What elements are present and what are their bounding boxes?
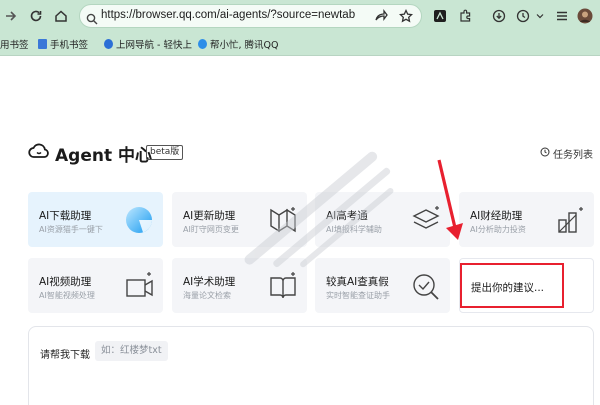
card-title: 较真AI查真假	[326, 276, 389, 288]
card-ai-download[interactable]: AI下载助理 AI资源猫手一键下	[28, 192, 163, 247]
search-icon	[86, 10, 98, 29]
cloud-logo-icon	[28, 141, 50, 161]
browser-toolbar: https://browser.qq.com/ai-agents/?source…	[0, 0, 600, 32]
bookmark-item[interactable]: 上网导航 - 轻快上	[104, 37, 192, 51]
card-title: AI高考通	[326, 210, 368, 222]
highlight-box	[460, 263, 564, 308]
card-title: AI财经助理	[470, 210, 523, 222]
card-desc: AI盯守网页变更	[183, 225, 239, 234]
example-chip[interactable]: 如：红楼梦txt	[95, 341, 168, 361]
card-desc: AI资源猫手一键下	[39, 225, 103, 234]
card-desc: 实时智能查证助手	[326, 291, 390, 300]
download-icon[interactable]	[490, 7, 508, 25]
chevron-down-icon[interactable]	[531, 7, 549, 25]
download-orb-icon	[123, 204, 155, 236]
card-fact-check[interactable]: 较真AI查真假 实时智能查证助手	[315, 258, 450, 313]
star-icon[interactable]	[397, 7, 415, 25]
extensions-icon[interactable]	[456, 7, 474, 25]
prompt-label: 请帮我下载	[40, 350, 90, 361]
card-title: AI学术助理	[183, 276, 236, 288]
bar-chart-icon	[554, 204, 586, 236]
home-icon[interactable]	[52, 7, 70, 25]
pages-icon	[267, 204, 299, 236]
bookmarks-bar: 用书签 手机书签 上网导航 - 轻快上 帮小忙, 腾讯QQ	[0, 32, 600, 56]
book-icon	[267, 270, 299, 302]
app-icon[interactable]	[431, 7, 449, 25]
address-bar[interactable]: https://browser.qq.com/ai-agents/?source…	[79, 4, 422, 28]
bookmark-item[interactable]: 用书签	[0, 37, 29, 51]
card-desc: AI分析助力投资	[470, 225, 526, 234]
clock-icon	[540, 147, 550, 160]
card-ai-video[interactable]: AI视频助理 AI智能视频处理	[28, 258, 163, 313]
avatar[interactable]	[576, 7, 594, 25]
prompt-input-area[interactable]: 请帮我下载 如：红楼梦txt	[28, 326, 594, 405]
card-ai-finance[interactable]: AI财经助理 AI分析助力投资	[459, 192, 594, 247]
magnifier-check-icon	[410, 270, 442, 302]
video-icon	[123, 270, 155, 302]
card-ai-academic[interactable]: AI学术助理 海量论文检索	[172, 258, 307, 313]
bookmark-site-icon	[104, 39, 113, 49]
card-title: AI视频助理	[39, 276, 92, 288]
share-icon[interactable]	[372, 7, 390, 25]
card-ai-update[interactable]: AI更新助理 AI盯守网页变更	[172, 192, 307, 247]
bookmark-site-icon	[198, 39, 207, 49]
card-desc: 海量论文检索	[183, 291, 231, 300]
card-ai-gaokao[interactable]: AI高考通 AI填报科学辅助	[315, 192, 450, 247]
card-desc: AI智能视频处理	[39, 291, 95, 300]
bookmark-item[interactable]: 帮小忙, 腾讯QQ	[198, 37, 279, 51]
bookmark-folder-icon	[38, 39, 47, 49]
forward-icon[interactable]	[2, 7, 20, 25]
card-title: AI下载助理	[39, 210, 92, 222]
card-title: AI更新助理	[183, 210, 236, 222]
refresh-icon[interactable]	[27, 7, 45, 25]
beta-badge: beta版	[146, 145, 184, 160]
page-title: Agent 中心	[55, 146, 153, 166]
task-list-link[interactable]: 任务列表	[540, 146, 593, 161]
bookmark-item[interactable]: 手机书签	[38, 37, 88, 51]
layers-icon	[410, 204, 442, 236]
history-icon[interactable]	[514, 7, 532, 25]
menu-icon[interactable]	[553, 7, 571, 25]
url-text[interactable]: https://browser.qq.com/ai-agents/?source…	[101, 9, 355, 21]
card-desc: AI填报科学辅助	[326, 225, 382, 234]
